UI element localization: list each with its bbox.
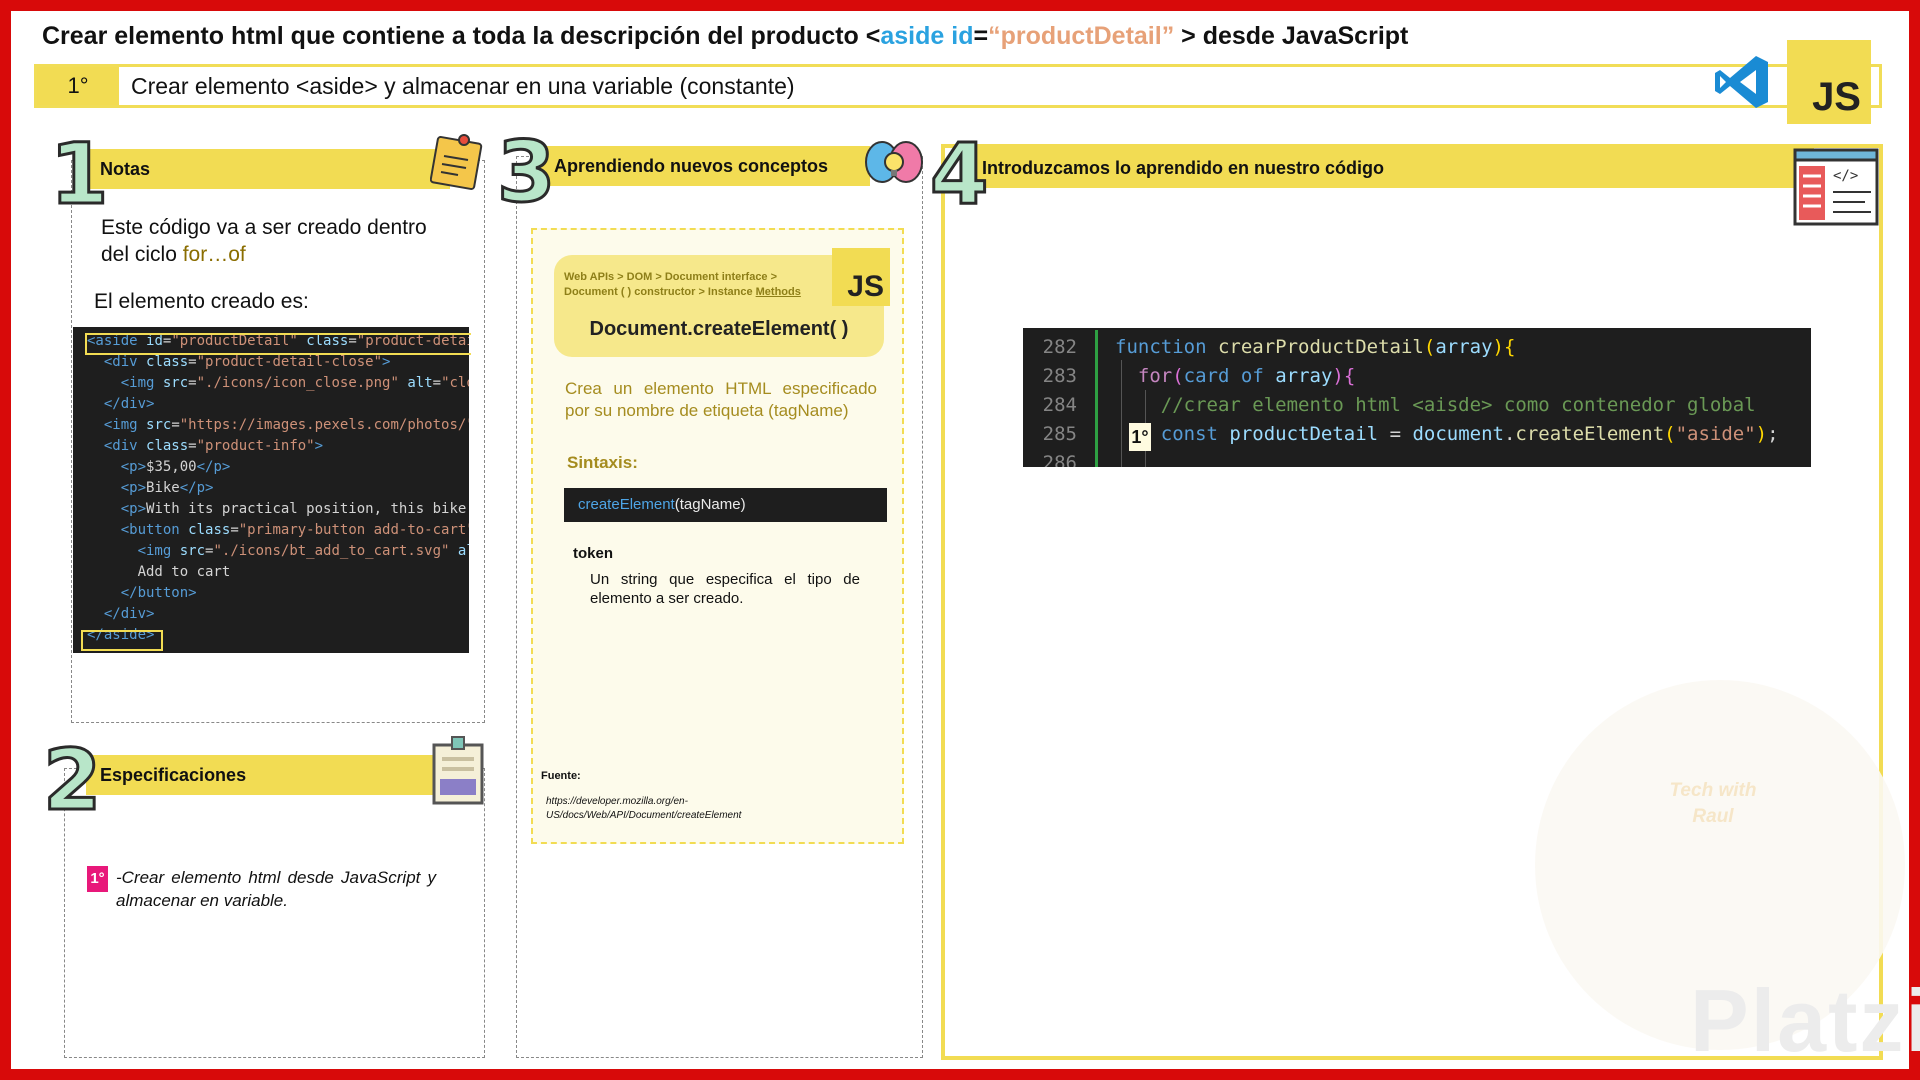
breadcrumb-line-1: Web APIs > DOM > Document interface > — [564, 271, 778, 283]
title-prefix: Crear elemento html que contiene a toda … — [42, 22, 881, 50]
code-line: <p>Bike</p> — [120, 480, 214, 496]
clipboard-icon — [430, 735, 486, 807]
title-tag: aside id — [880, 22, 974, 50]
notes-description: Este código va a ser creado dentro del c… — [101, 214, 461, 268]
code-line: <img src="./icons/bt_add_to_cart.svg" al… — [137, 543, 469, 559]
syntax-box: createElement(tagName) — [564, 488, 887, 522]
section-number-1: 1 — [48, 125, 109, 223]
line-number: 282 — [1042, 336, 1077, 358]
js-logo: JS — [1787, 40, 1871, 124]
note-for-of: for…of — [182, 243, 246, 266]
code-line: <img src="https://images.pexels.com/phot… — [103, 417, 469, 433]
slide-title: Crear elemento html que contiene a toda … — [42, 22, 1408, 51]
section-number-2: 2 — [41, 731, 102, 829]
code-line: <img src="./icons/icon_close.png" alt="c… — [120, 375, 469, 391]
step-number: 1° — [37, 67, 119, 105]
notes-header: Notas — [86, 149, 450, 189]
mdn-breadcrumb: Web APIs > DOM > Document interface > Do… — [564, 270, 834, 300]
section-number-3: 3 — [495, 123, 556, 221]
methods-link[interactable]: Methods — [756, 286, 801, 298]
js-logo-small-text: JS — [847, 270, 884, 303]
syntax-fn: createElement — [578, 496, 675, 513]
js-logo-text: JS — [1812, 75, 1861, 119]
method-title: Document.createElement( ) — [589, 318, 849, 340]
line-code: for(card of array){ — [1137, 365, 1356, 387]
code-line: <p>With its practical position, this bik… — [120, 501, 467, 517]
token-label: token — [573, 545, 614, 562]
step-bar: 1° Crear elemento <aside> y almacenar en… — [34, 64, 1882, 108]
code-line: <div class="product-info"> — [103, 438, 324, 454]
source-label: Fuente: — [541, 770, 581, 782]
step-text: Crear elemento <aside> y almacenar en un… — [131, 73, 795, 99]
syntax-label: Sintaxis: — [567, 453, 638, 472]
concepts-header: Aprendiendo nuevos conceptos — [540, 146, 870, 186]
code-window-icon: </> — [1793, 148, 1879, 226]
section-number-4: 4 — [928, 125, 989, 223]
breadcrumb-prefix: Document ( ) constructor > Instance — [564, 286, 756, 298]
aside-close-highlight — [81, 630, 163, 651]
line-number: 285 — [1042, 423, 1077, 445]
code-line: <p>$35,00</p> — [120, 459, 231, 475]
note-line-1: Este código va a ser creado dentro — [101, 216, 427, 239]
indent-guide — [1121, 360, 1122, 467]
spec-badge: 1° — [87, 866, 108, 892]
code-line: <button class="primary-button add-to-car… — [120, 522, 469, 538]
html-code-snippet: <aside id="productDetail" class="product… — [73, 327, 469, 653]
title-value: “productDetail” — [988, 22, 1175, 50]
watermark-text: Tech with Raul — [1669, 780, 1757, 827]
code-panel-header: Introduzcamos lo aprendido en nuestro có… — [968, 148, 1814, 188]
specs-panel — [64, 768, 485, 1058]
sticky-note-icon — [429, 130, 486, 192]
code-line: <div class="product-detail-close"> — [103, 354, 391, 370]
step-marker: 1° — [1129, 423, 1151, 451]
code-line: Add to cart — [137, 564, 231, 580]
note-line-2: del ciclo for…of — [101, 241, 461, 268]
platzi-logo: Platzi — [1690, 971, 1920, 1070]
aside-open-highlight — [85, 333, 471, 355]
syntax-args: (tagName) — [674, 496, 746, 513]
git-change-gutter — [1095, 330, 1098, 467]
code-line: </div> — [103, 606, 155, 622]
note-line-2-prefix: del ciclo — [101, 243, 183, 266]
code-line: </button> — [120, 585, 197, 601]
svg-text:</>: </> — [1833, 168, 1858, 184]
vscode-icon — [1712, 52, 1772, 112]
brain-icon — [864, 136, 924, 192]
line-code: const productDetail = document.createEle… — [1160, 423, 1779, 445]
js-logo-small: JS — [832, 248, 890, 306]
created-element-label: El elemento creado es: — [94, 290, 309, 313]
token-description: Un string que especifica el tipo de elem… — [590, 571, 860, 607]
line-code: function crearProductDetail(array){ — [1115, 336, 1516, 358]
code-line: </div> — [103, 396, 155, 412]
title-suffix: > desde JavaScript — [1174, 22, 1409, 50]
specs-header: Especificaciones — [86, 755, 436, 795]
breadcrumb-line-2: Document ( ) constructor > Instance Meth… — [564, 285, 834, 300]
line-number: 283 — [1042, 365, 1077, 387]
source-url[interactable]: https://developer.mozilla.org/en-US/docs… — [546, 795, 806, 823]
line-number: 286 — [1042, 452, 1077, 467]
title-eq: = — [973, 22, 989, 50]
line-code: //crear elemento html <aisde> como conte… — [1160, 394, 1756, 416]
spec-text: -Crear elemento html desde JavaScript y … — [116, 868, 436, 910]
line-number: 284 — [1042, 394, 1077, 416]
method-description: Crea un elemento HTML especificado por s… — [565, 379, 877, 420]
